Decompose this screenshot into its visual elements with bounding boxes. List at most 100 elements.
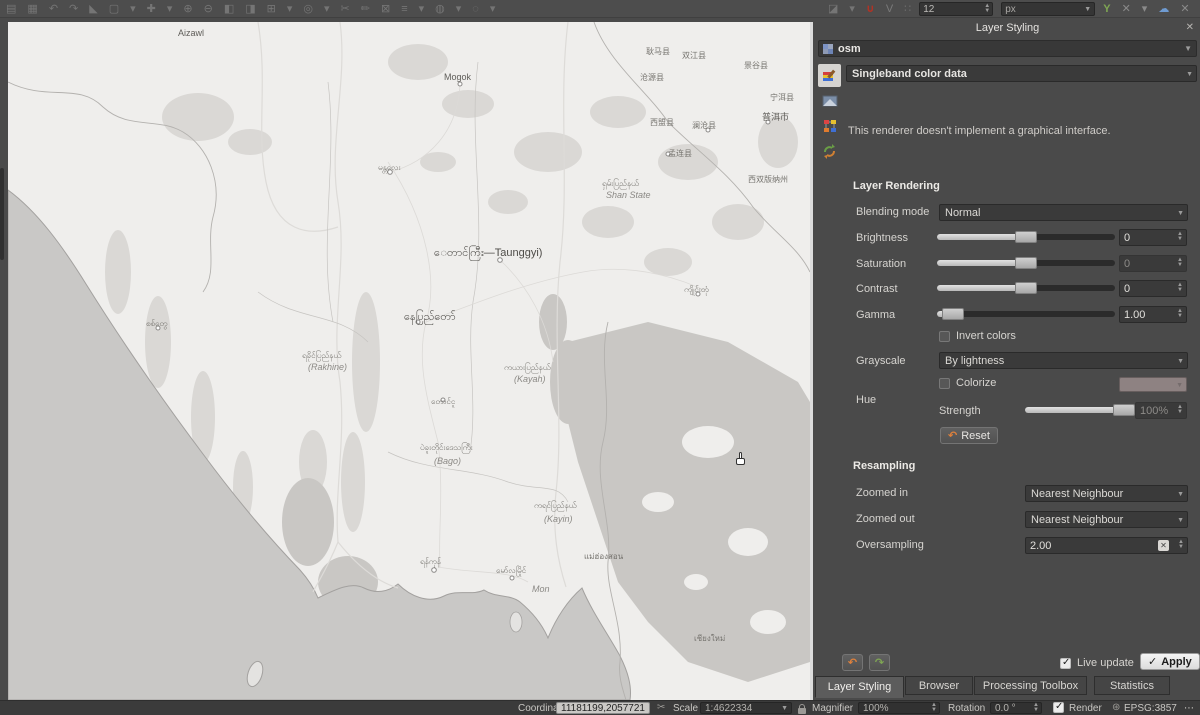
reset-button[interactable]: ↶ Reset xyxy=(940,427,998,444)
oversampling-spinbox[interactable]: 2.00 ✕ ▲▼ xyxy=(1025,537,1188,554)
saturation-slider[interactable] xyxy=(937,256,1115,270)
blending-mode-select[interactable]: Normal ▼ xyxy=(939,204,1188,221)
map-label: เชียงใหม่ xyxy=(694,632,725,645)
map-label: (Kayin) xyxy=(544,514,573,524)
style-dropdown-icon[interactable]: ▾ xyxy=(849,1,855,17)
map-label: 双江县 xyxy=(682,50,706,61)
identify-dropdown-icon[interactable]: ▾ xyxy=(324,1,330,17)
styling-icon-strip xyxy=(818,64,842,164)
render-label: Render xyxy=(1069,703,1102,714)
grayscale-select[interactable]: By lightness ▼ xyxy=(939,352,1188,369)
cloud-icon[interactable]: ☁ xyxy=(1158,1,1169,17)
layer-selector[interactable]: osm ▼ xyxy=(818,40,1197,57)
delete-selected-icon[interactable]: ⊠ xyxy=(381,1,390,17)
font-size-value: 12 xyxy=(923,4,934,15)
scale-select[interactable]: 1:4622334 ▼ xyxy=(700,702,792,714)
symbology-tab-icon[interactable] xyxy=(818,64,841,87)
redo-style-button[interactable]: ↷ xyxy=(869,654,890,671)
messages-button[interactable]: ⋯ xyxy=(1184,703,1195,714)
identify-features-icon[interactable]: ◎ xyxy=(303,1,313,17)
saturation-label: Saturation xyxy=(856,258,906,270)
renderer-select[interactable]: Singleband color data ▼ xyxy=(846,65,1197,82)
blending-mode-value: Normal xyxy=(945,207,980,219)
tab-layer-styling[interactable]: Layer Styling xyxy=(815,676,904,698)
colorize-color-swatch[interactable]: ▼ xyxy=(1119,377,1187,392)
pan-map-icon[interactable]: ✚ xyxy=(147,1,156,17)
select-dropdown-icon[interactable]: ▾ xyxy=(130,1,136,17)
renderer-notice: This renderer doesn't implement a graphi… xyxy=(848,125,1111,137)
colorize-checkbox[interactable] xyxy=(939,378,950,389)
brightness-slider[interactable] xyxy=(937,230,1115,244)
add-layer-dropdown-icon[interactable]: ▾ xyxy=(287,1,293,17)
save-project-icon[interactable]: ▤ xyxy=(6,1,16,17)
raster-dropdown-icon[interactable]: ▾ xyxy=(456,1,462,17)
cut-features-icon[interactable]: ✂ xyxy=(341,1,350,17)
digitize-dots-icon[interactable]: ∷ xyxy=(904,1,911,17)
select-rectangle-icon[interactable]: ▢ xyxy=(109,1,119,17)
render-checkbox[interactable] xyxy=(1053,702,1064,713)
brightness-spinbox[interactable]: 0▲▼ xyxy=(1119,229,1187,246)
tab-processing-toolbox[interactable]: Processing Toolbox xyxy=(974,676,1087,695)
zoomed-in-select[interactable]: Nearest Neighbour ▼ xyxy=(1025,485,1188,502)
saturation-spinbox[interactable]: 0▲▼ xyxy=(1119,255,1187,272)
unit-select[interactable]: px ▼ xyxy=(1001,2,1095,16)
zoomed-out-select[interactable]: Nearest Neighbour ▼ xyxy=(1025,511,1188,528)
decoration-dropdown-icon[interactable]: ▾ xyxy=(490,1,496,17)
redo-icon[interactable]: ↷ xyxy=(69,1,78,17)
raster-calc-icon[interactable]: ◍ xyxy=(435,1,445,17)
attribute-table-icon[interactable]: ≡ xyxy=(401,1,407,17)
close-small-icon[interactable]: ✕ xyxy=(1180,1,1189,17)
histogram-tab-icon[interactable] xyxy=(818,114,841,137)
add-raster-layer-icon[interactable]: ◨ xyxy=(245,1,255,17)
live-update-checkbox[interactable] xyxy=(1060,658,1071,669)
invert-colors-checkbox[interactable] xyxy=(939,331,950,342)
new-layer-icon[interactable]: ◧ xyxy=(224,1,234,17)
map-label: 西双版纳州 xyxy=(748,174,788,185)
spinner-arrows-icon[interactable]: ▲▼ xyxy=(984,4,990,14)
measure-icon[interactable]: ◣ xyxy=(89,1,97,17)
map-canvas[interactable]: Aizawl耿马县双江县沧源县景谷县宁洱县普洱市西盟县澜沧县孟连县西双版纳州ရှ… xyxy=(8,22,810,700)
map-label: ရခိုင်ပြည်နယ် xyxy=(302,350,341,362)
contrast-slider[interactable] xyxy=(937,281,1115,295)
dock-handle[interactable] xyxy=(0,168,4,260)
history-tab-icon[interactable] xyxy=(818,139,841,162)
end-dropdown-icon[interactable]: ▾ xyxy=(1142,1,1148,17)
snapping-magnet-icon[interactable]: ∪ xyxy=(866,1,875,17)
status-bar: Coordinate 11181199,2057721 ✂ Scale 1:46… xyxy=(0,700,1200,715)
clear-value-icon[interactable]: ✕ xyxy=(1158,540,1169,551)
undo-style-button[interactable]: ↶ xyxy=(842,654,863,671)
undo-icon[interactable]: ↶ xyxy=(49,1,58,17)
close-icon[interactable]: ✕ xyxy=(1186,22,1194,33)
topology-checker-icon[interactable]: Y xyxy=(1103,1,1110,17)
strength-slider[interactable] xyxy=(1025,403,1131,417)
tab-browser[interactable]: Browser xyxy=(905,676,973,695)
magnifier-spinbox[interactable]: 100% ▲▼ xyxy=(858,702,940,714)
extents-toggle-icon[interactable]: ✂ xyxy=(657,702,665,713)
coordinate-input[interactable]: 11181199,2057721 xyxy=(556,702,650,714)
chevron-down-icon: ▼ xyxy=(1177,358,1184,365)
crs-status-button[interactable]: EPSG:3857 xyxy=(1124,703,1177,714)
zoom-in-icon[interactable]: ⊕ xyxy=(183,1,192,17)
resampling-heading: Resampling xyxy=(853,460,915,472)
font-size-spinner[interactable]: 12 ▲▼ xyxy=(919,2,993,16)
north-arrow-icon[interactable]: ◌ xyxy=(472,1,479,17)
add-vector-layer-icon[interactable]: ⊞ xyxy=(267,1,276,17)
gamma-spinbox[interactable]: 1.00▲▼ xyxy=(1119,306,1187,323)
pan-dropdown-icon[interactable]: ▾ xyxy=(167,1,173,17)
renderer-value: Singleband color data xyxy=(852,68,967,80)
tracing-icon[interactable]: V xyxy=(886,1,893,17)
gamma-slider[interactable] xyxy=(937,307,1115,321)
lock-scale-icon[interactable] xyxy=(798,708,806,714)
apply-button[interactable]: ✓ Apply xyxy=(1140,653,1200,670)
clear-small-icon[interactable]: ✕ xyxy=(1122,1,1131,17)
style-manager-icon[interactable]: ◪ xyxy=(828,1,838,17)
toggle-editing-icon[interactable]: ✏ xyxy=(361,1,370,17)
print-layout-icon[interactable]: ▦ xyxy=(27,1,37,17)
transparency-tab-icon[interactable] xyxy=(818,89,841,112)
table-dropdown-icon[interactable]: ▾ xyxy=(419,1,425,17)
contrast-spinbox[interactable]: 0▲▼ xyxy=(1119,280,1187,297)
zoom-out-icon[interactable]: ⊖ xyxy=(204,1,213,17)
tab-statistics[interactable]: Statistics xyxy=(1094,676,1170,695)
strength-spinbox[interactable]: 100%▲▼ xyxy=(1135,402,1187,419)
rotation-spinbox[interactable]: 0.0 ° ▲▼ xyxy=(990,702,1042,714)
